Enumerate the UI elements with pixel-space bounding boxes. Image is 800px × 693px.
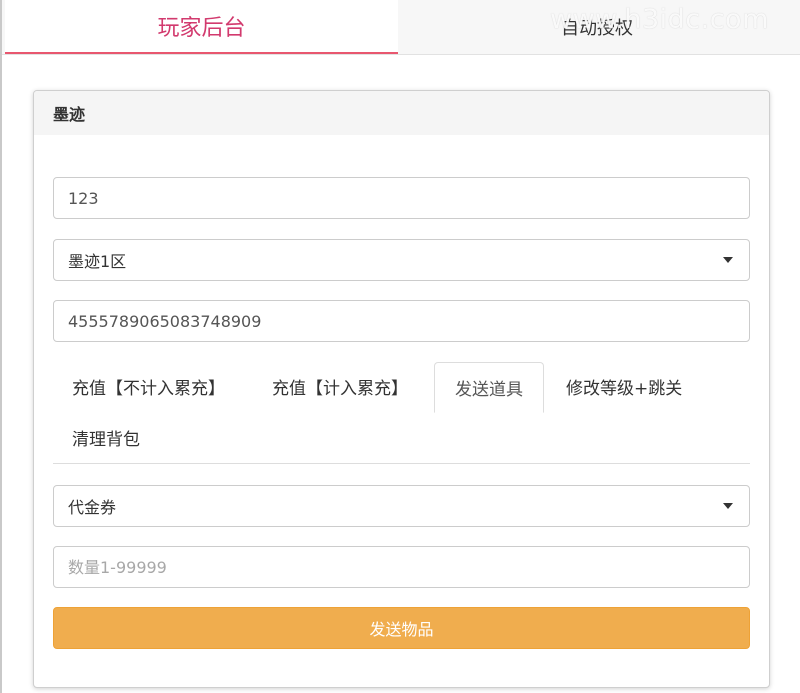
caret-down-icon	[723, 503, 733, 509]
send-items-button[interactable]: 发送物品	[53, 607, 750, 649]
quantity-input-field[interactable]	[68, 547, 735, 587]
tab-recharge-accumulate[interactable]: 充值【计入累充】	[253, 361, 427, 412]
tab-auto-auth-label: 自动授权	[561, 18, 633, 39]
tab-clear-bag[interactable]: 清理背包	[53, 412, 159, 463]
quantity-input[interactable]	[53, 546, 750, 588]
tab-clear-bag-label: 清理背包	[72, 430, 140, 450]
game-panel: 墨迹 墨迹1区 充值【不计入累充】 充值【计入累充】 发送道具 修改等级+跳关 …	[33, 90, 770, 688]
top-tab-bar: 玩家后台 自动授权	[2, 0, 800, 55]
item-select-value: 代金券	[68, 498, 117, 517]
tab-auto-auth[interactable]: 自动授权	[398, 0, 800, 54]
tab-recharge-no-accumulate[interactable]: 充值【不计入累充】	[53, 361, 244, 412]
tab-modify-level[interactable]: 修改等级+跳关	[547, 361, 701, 412]
role-id-input[interactable]	[53, 300, 750, 342]
account-input[interactable]	[53, 177, 750, 219]
window-edge	[0, 0, 2, 693]
panel-title: 墨迹	[34, 91, 769, 135]
caret-down-icon	[723, 257, 733, 263]
tab-recharge-accumulate-label: 充值【计入累充】	[272, 379, 408, 399]
action-tabs: 充值【不计入累充】 充值【计入累充】 发送道具 修改等级+跳关 清理背包	[53, 361, 750, 465]
account-input-field[interactable]	[68, 178, 735, 218]
tab-player-admin-label: 玩家后台	[157, 16, 246, 41]
tab-send-items-label: 发送道具	[455, 380, 523, 400]
tab-modify-level-label: 修改等级+跳关	[566, 379, 683, 399]
server-select[interactable]: 墨迹1区	[53, 239, 750, 281]
tab-recharge-no-accumulate-label: 充值【不计入累充】	[72, 379, 225, 399]
tab-player-admin[interactable]: 玩家后台	[5, 0, 398, 54]
role-id-input-field[interactable]	[68, 301, 735, 341]
tabs-divider	[53, 463, 750, 464]
server-select-value: 墨迹1区	[68, 252, 127, 271]
item-select[interactable]: 代金券	[53, 485, 750, 527]
tab-send-items[interactable]: 发送道具	[434, 362, 544, 413]
